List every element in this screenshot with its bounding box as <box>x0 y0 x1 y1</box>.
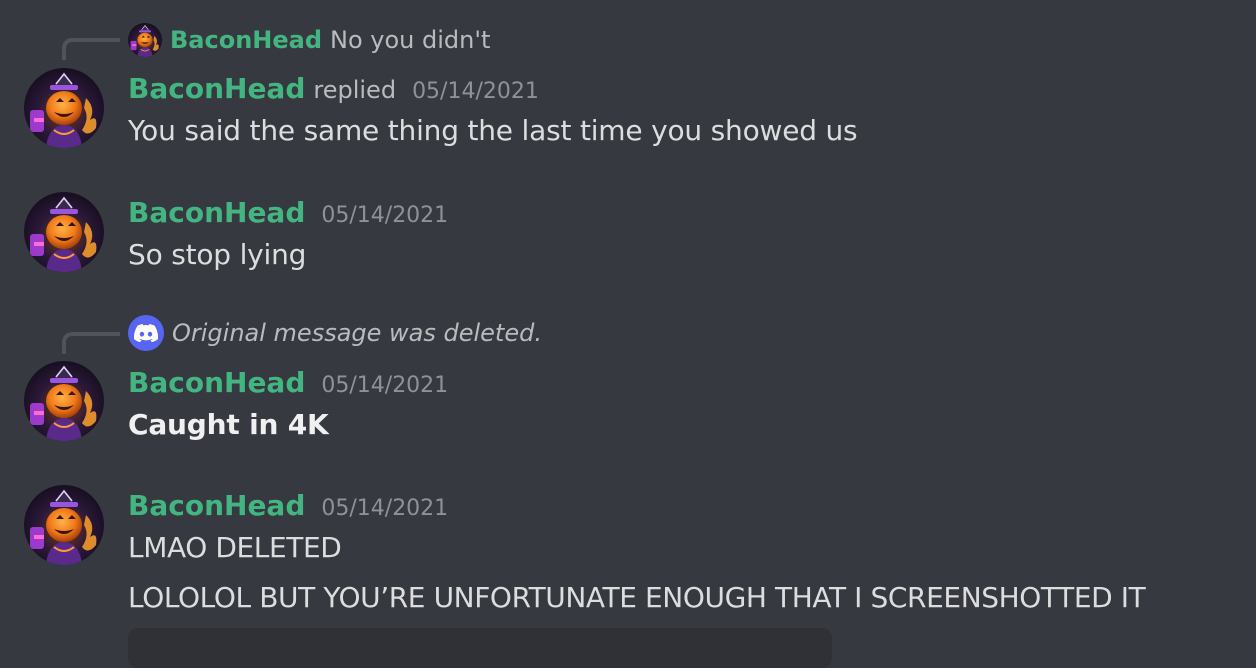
avatar[interactable] <box>24 192 104 272</box>
avatar[interactable] <box>24 361 104 441</box>
message-text: Caught in 4K <box>128 408 329 441</box>
discord-logo-icon <box>128 315 164 351</box>
reply-text[interactable]: No you didn't <box>330 26 490 54</box>
timestamp: 05/14/2021 <box>321 203 449 228</box>
reply-author[interactable]: BaconHead <box>170 26 322 54</box>
message-text: So stop lying <box>128 238 307 271</box>
message-text-line-2: LOLOLOL BUT YOU’RE UNFORTUNATE ENOUGH TH… <box>128 581 1146 614</box>
image-attachment[interactable] <box>128 628 832 668</box>
author-name[interactable]: BaconHead <box>128 196 305 229</box>
replied-label: replied <box>313 76 397 104</box>
deleted-reply-text: Original message was deleted. <box>172 319 542 347</box>
message-header: BaconHead 05/14/2021 <box>128 196 448 229</box>
avatar[interactable] <box>24 485 104 565</box>
message-header: BaconHead 05/14/2021 <box>128 366 448 399</box>
reply-reference[interactable]: BaconHead No you didn't <box>128 25 490 55</box>
reply-reference: Original message was deleted. <box>128 315 542 351</box>
author-name[interactable]: BaconHead <box>128 72 305 105</box>
reply-avatar[interactable] <box>128 23 162 57</box>
author-name[interactable]: BaconHead <box>128 366 305 399</box>
message-text-line-1: LMAO DELETED <box>128 531 342 564</box>
reply-connector <box>62 38 120 60</box>
author-name[interactable]: BaconHead <box>128 489 305 522</box>
timestamp: 05/14/2021 <box>321 373 449 398</box>
timestamp: 05/14/2021 <box>321 496 449 521</box>
message-text: You said the same thing the last time yo… <box>128 114 858 147</box>
message-header: BaconHead 05/14/2021 <box>128 489 448 522</box>
reply-connector <box>62 332 120 354</box>
timestamp: 05/14/2021 <box>412 79 539 104</box>
avatar[interactable] <box>24 68 104 148</box>
message-header: BaconHead replied 05/14/2021 <box>128 72 539 105</box>
